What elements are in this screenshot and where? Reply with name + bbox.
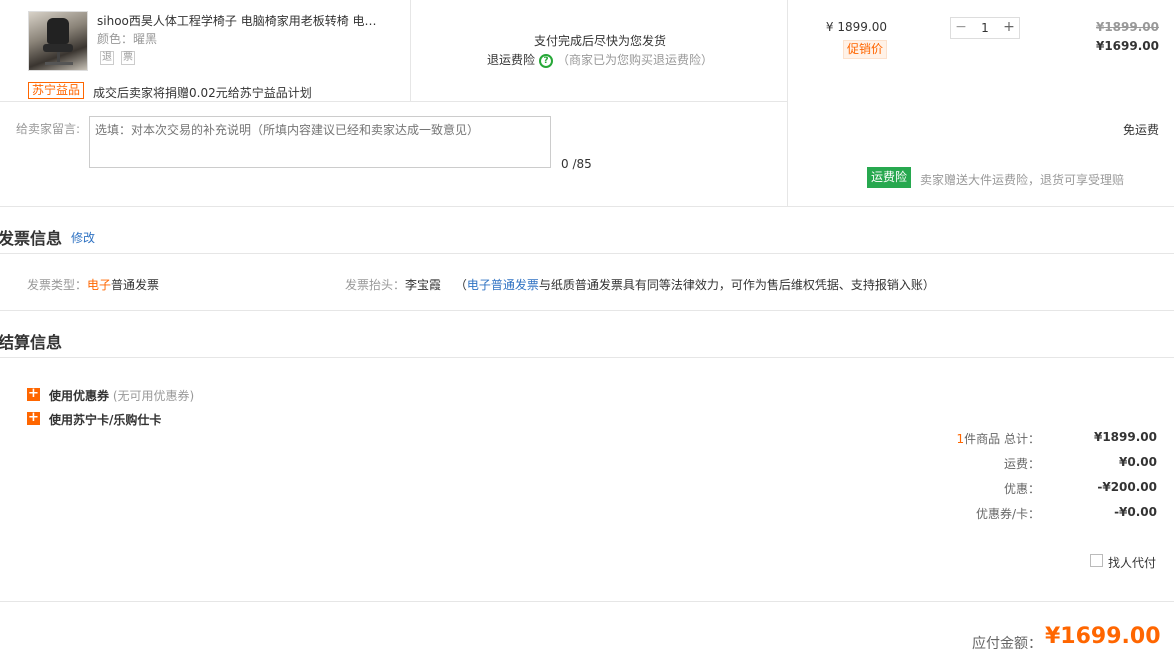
minus-icon[interactable]: − <box>951 18 971 38</box>
free-shipping: 免运费 <box>1122 123 1159 137</box>
quantity-stepper[interactable]: − + <box>950 17 1020 39</box>
seller-message-input[interactable] <box>89 116 551 168</box>
discount-value: -¥200.00 <box>1097 480 1157 494</box>
original-price: ¥1899.00 <box>1095 20 1159 34</box>
divider <box>0 357 1174 358</box>
invoice-note: 与纸质普通发票具有同等法律效力，可作为售后维权凭据、支持报销入账） <box>538 278 935 292</box>
divider <box>0 310 1174 311</box>
insurance-tag: 运费险 <box>867 167 912 188</box>
invoice-edit-link[interactable]: 修改 <box>71 229 95 246</box>
card-label[interactable]: 使用苏宁卡/乐购仕卡 <box>49 411 161 428</box>
return-insurance-note: （商家已为您购买退运费险） <box>557 53 714 67</box>
shipping-note: 支付完成后尽快为您发货 <box>533 34 666 48</box>
coupon-card-label: 优惠券/卡： <box>975 507 1040 521</box>
promo-tag: 促销价 <box>843 40 888 59</box>
expand-card-icon[interactable]: + <box>27 411 40 425</box>
charity-text: 成交后卖家将捐赠0.02元给苏宁益品计划 <box>93 86 312 100</box>
settlement-section-title: 结算信息 <box>0 333 63 352</box>
shipping-value: ¥0.00 <box>1119 455 1157 469</box>
charity-tag: 苏宁益品 <box>28 82 85 99</box>
expand-coupon-icon[interactable]: + <box>27 387 40 401</box>
invoice-service-icon: 票 <box>121 51 135 65</box>
help-icon[interactable]: ? <box>539 53 553 68</box>
coupon-label[interactable]: 使用优惠券 <box>49 389 109 403</box>
invoice-type-value: 普通发票 <box>111 278 160 292</box>
e-invoice-link[interactable]: 电子普通发票 <box>467 278 539 292</box>
message-label: 给卖家留言: <box>16 122 81 136</box>
invoice-note-open: （ <box>454 278 467 292</box>
discount-label: 优惠： <box>1003 482 1040 496</box>
divider <box>0 601 1174 602</box>
item-total-label: 1件商品 总计： <box>957 430 1040 447</box>
invoice-type-highlight: 电子 <box>87 278 112 292</box>
insurance-desc: 卖家赠送大件运费险，退货可享受理赔 <box>920 173 1125 187</box>
product-name[interactable]: sihoo西昊人体工程学椅子 电脑椅家用老板转椅 电… <box>97 12 382 29</box>
product-thumbnail[interactable] <box>28 11 88 71</box>
invoice-head-label: 发票抬头： <box>345 278 406 292</box>
proxy-pay-label[interactable]: 找人代付 <box>1108 554 1156 571</box>
product-color: 颜色：曜黑 <box>97 30 157 47</box>
message-counter: 0 /85 <box>561 157 592 171</box>
payable-amount: ¥1699.00 <box>1045 624 1161 649</box>
invoice-head-value: 李宝霞 <box>405 278 442 292</box>
invoice-head: 发票抬头：李宝霞 （电子普通发票与纸质普通发票具有同等法律效力，可作为售后维权凭… <box>345 276 935 293</box>
coupon-card-value: -¥0.00 <box>1114 505 1157 519</box>
coupon-row[interactable]: 使用优惠券 (无可用优惠券) <box>49 387 194 404</box>
item-total-text: 件商品 总计： <box>964 432 1040 446</box>
invoice-section-title: 发票信息 <box>0 229 63 248</box>
order-summary: 1件商品 总计： ¥1899.00 运费： ¥0.00 优惠： -¥200.00… <box>874 430 1174 530</box>
coupon-note: (无可用优惠券) <box>112 389 195 403</box>
payable-label: 应付金额： <box>972 636 1042 652</box>
item-total-value: ¥1899.00 <box>1093 430 1157 444</box>
return-insurance-label: 退运费险 <box>486 53 535 67</box>
shipping-label: 运费： <box>1003 457 1040 471</box>
proxy-pay-checkbox[interactable] <box>1090 554 1103 567</box>
return-service-icon: 退 <box>100 51 114 65</box>
divider <box>410 0 411 101</box>
divider <box>0 101 787 102</box>
unit-price: ¥ 1899.00 <box>825 20 887 34</box>
divider <box>787 0 788 206</box>
quantity-input[interactable] <box>971 18 999 38</box>
invoice-type: 发票类型：电子普通发票 <box>27 276 159 293</box>
invoice-type-label: 发票类型： <box>27 278 88 292</box>
product-color-label: 颜色： <box>97 32 134 46</box>
product-color-value: 曜黑 <box>133 32 158 46</box>
divider <box>0 253 1174 254</box>
return-insurance: 退运费险? （商家已为您购买退运费险） <box>412 51 788 68</box>
current-price: ¥1699.00 <box>1095 39 1159 53</box>
divider <box>0 206 1174 207</box>
plus-icon[interactable]: + <box>999 18 1019 38</box>
